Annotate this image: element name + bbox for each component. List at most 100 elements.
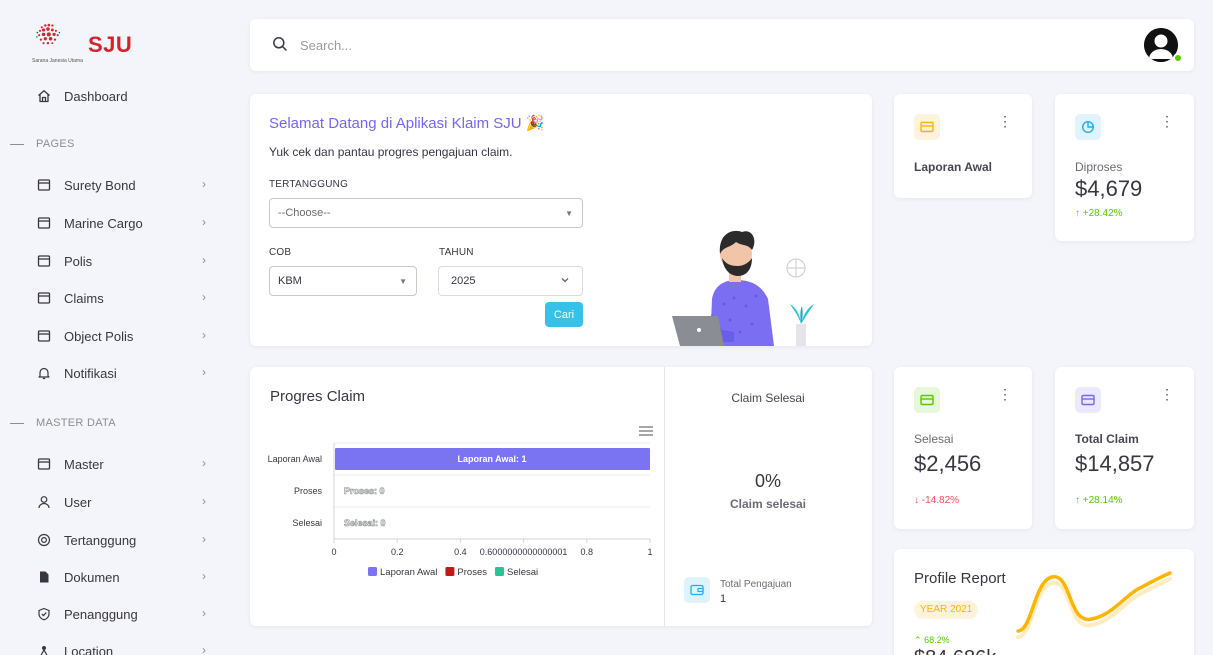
- more-vertical-icon[interactable]: ⋮: [1160, 387, 1174, 401]
- profile-value: $84,686k: [914, 647, 996, 655]
- sidebar-item-master[interactable]: Master ›: [36, 453, 206, 475]
- sidebar-item-user[interactable]: User ›: [36, 491, 206, 513]
- x-tick-label: 0.2: [391, 547, 404, 557]
- x-tick-label: 0.8: [581, 547, 594, 557]
- stat-card-total-claim: ⋮ Total Claim $14,857 ↑ +28.14%: [1055, 367, 1194, 529]
- tertanggung-label: TERTANGGUNG: [269, 179, 349, 190]
- claim-selesai-title: Claim Selesai: [731, 391, 805, 405]
- search-input[interactable]: [300, 34, 600, 56]
- profile-report-title: Profile Report: [914, 570, 1006, 587]
- credit-card-icon: [914, 387, 940, 413]
- legend-label: Selesai: [507, 567, 538, 578]
- sju-logo-mark-icon: [36, 23, 61, 45]
- x-tick-label: 0.4: [454, 547, 467, 557]
- chevron-right-icon: ›: [202, 494, 206, 508]
- more-vertical-icon[interactable]: ⋮: [1160, 114, 1174, 128]
- caret-down-icon: ▼: [399, 277, 407, 286]
- stat-title: Diproses: [1075, 160, 1123, 174]
- cari-button[interactable]: Cari: [545, 302, 583, 327]
- sidebar-item-label: Tertanggung: [64, 532, 137, 548]
- sidebar-item-label: User: [64, 494, 92, 510]
- sidebar-item-claims[interactable]: Claims ›: [36, 287, 206, 309]
- sidebar-item-object-polis[interactable]: Object Polis ›: [36, 325, 206, 347]
- welcome-card: Selamat Datang di Aplikasi Klaim SJU 🎉 Y…: [250, 94, 872, 346]
- chevron-right-icon: ›: [202, 328, 206, 342]
- calendar-icon: [36, 215, 52, 231]
- progress-title: Progres Claim: [270, 388, 366, 405]
- stat-trend: ↓ -14.82%: [914, 495, 960, 506]
- legend-swatch: [445, 567, 455, 576]
- chevron-right-icon: ›: [202, 569, 206, 583]
- support-icon: [36, 532, 52, 548]
- sidebar-item-tertanggung[interactable]: Tertanggung ›: [36, 529, 206, 551]
- sidebar-item-surety-bond[interactable]: Surety Bond ›: [36, 174, 206, 196]
- calendar-icon: [36, 177, 52, 193]
- chevron-up-icon: ⌃: [914, 635, 922, 645]
- search-icon[interactable]: [272, 36, 288, 57]
- sidebar-item-dokumen[interactable]: Dokumen ›: [36, 566, 206, 588]
- x-tick-label: 0: [331, 547, 336, 557]
- stat-value: $4,679: [1075, 176, 1143, 201]
- progress-claim-card: Progres Claim Laporan Awal Laporan Awal: …: [250, 367, 872, 626]
- sidebar-item-marine-cargo[interactable]: Marine Cargo ›: [36, 212, 206, 234]
- chevron-right-icon: ›: [202, 532, 206, 546]
- stat-value: $2,456: [914, 451, 982, 476]
- total-pengajuan-label: Total Pengajuan: [720, 579, 792, 590]
- section-title-master-data: MASTER DATA: [10, 417, 116, 429]
- calendar-icon: [36, 290, 52, 306]
- legend-label: Proses: [457, 567, 487, 578]
- sidebar-item-label: Notifikasi: [64, 365, 117, 381]
- stat-trend: ↑ +28.42%: [1075, 208, 1123, 219]
- stat-title: Total Claim: [1075, 432, 1139, 446]
- chevron-right-icon: ›: [202, 215, 206, 229]
- caret-down-icon: ▼: [565, 209, 573, 218]
- data-label: Proses: 0: [344, 486, 385, 496]
- location-icon: [36, 643, 52, 655]
- stat-title: Laporan Awal: [914, 160, 993, 174]
- cob-select[interactable]: KBM ▼: [269, 266, 417, 296]
- stat-value: $14,857: [1075, 451, 1155, 476]
- bell-icon: [36, 365, 52, 381]
- user-icon: [36, 494, 52, 510]
- tahun-select[interactable]: 2025: [438, 266, 583, 296]
- credit-card-icon: [1075, 387, 1101, 413]
- sidebar-item-polis[interactable]: Polis ›: [36, 250, 206, 272]
- brand-tagline: Sarana Janesia Utama: [32, 58, 83, 64]
- sidebar-item-label: Marine Cargo: [64, 215, 143, 231]
- brand-logo[interactable]: SJU Sarana Janesia Utama: [32, 22, 132, 64]
- calendar-icon: [36, 328, 52, 344]
- sidebar: SJU Sarana Janesia Utama Dashboard PAGES…: [0, 0, 228, 655]
- progress-bar-chart: Laporan Awal Laporan Awal: 1 Proses Proses:…: [268, 442, 653, 578]
- y-tick-label: Selesai: [292, 518, 322, 528]
- chevron-down-icon: [560, 275, 570, 287]
- sidebar-item-dashboard[interactable]: Dashboard: [36, 85, 206, 107]
- tahun-label: TAHUN: [439, 247, 474, 258]
- sidebar-item-location[interactable]: Location ›: [36, 640, 206, 655]
- chevron-right-icon: ›: [202, 253, 206, 267]
- profile-report-card: Profile Report YEAR 2021 ⌃ 68.2% $84,686…: [894, 549, 1194, 655]
- profile-trend: ⌃ 68.2%: [914, 635, 950, 645]
- tertanggung-select[interactable]: --Choose-- ▼: [269, 198, 583, 228]
- stat-card-selesai: ⋮ Selesai $2,456 ↓ -14.82%: [894, 367, 1032, 529]
- sidebar-item-label: Location: [64, 643, 114, 655]
- sidebar-item-label: Dashboard: [64, 88, 128, 104]
- cob-label: COB: [269, 247, 292, 258]
- sidebar-item-notifikasi[interactable]: Notifikasi ›: [36, 362, 206, 384]
- sidebar-item-penanggung[interactable]: Penanggung ›: [36, 603, 206, 625]
- calendar-icon: [36, 253, 52, 269]
- more-vertical-icon[interactable]: ⋮: [998, 387, 1012, 401]
- online-status-dot: [1173, 53, 1183, 63]
- chevron-right-icon: ›: [202, 177, 206, 191]
- chevron-right-icon: ›: [202, 606, 206, 620]
- credit-card-icon: [914, 114, 940, 140]
- more-vertical-icon[interactable]: ⋮: [998, 114, 1012, 128]
- welcome-title: Selamat Datang di Aplikasi Klaim SJU 🎉: [269, 115, 545, 132]
- stat-trend: ↑ +28.14%: [1075, 495, 1123, 506]
- pie-chart-icon: [1075, 114, 1101, 140]
- sidebar-item-label: Claims: [64, 290, 104, 306]
- topbar: [250, 19, 1194, 71]
- arrow-up-icon: ↑: [1075, 208, 1080, 219]
- legend-swatch: [368, 567, 377, 576]
- legend-swatch: [494, 567, 504, 576]
- section-title-pages: PAGES: [10, 138, 75, 150]
